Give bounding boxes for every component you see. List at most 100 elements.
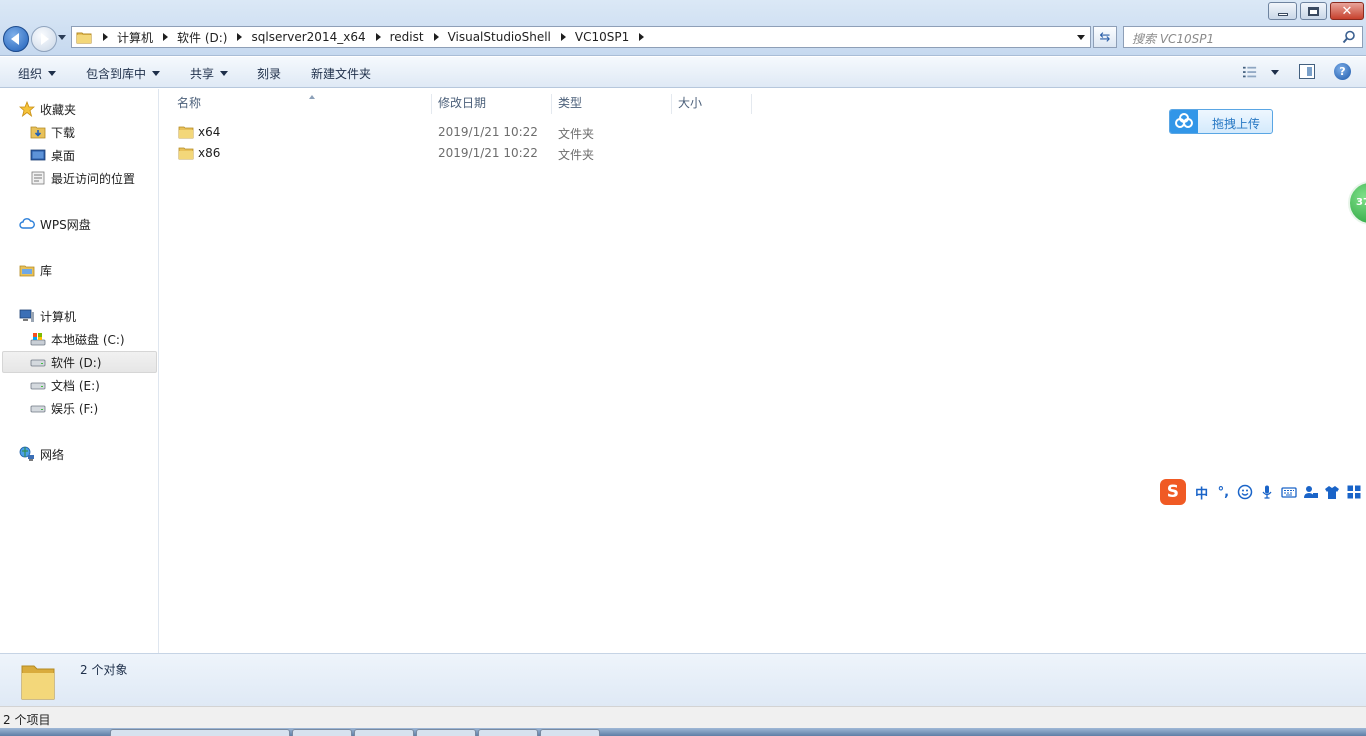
ime-language-toggle[interactable]: 中 xyxy=(1192,482,1212,502)
file-row[interactable]: x86 2019/1/21 10:22 文件夹 xyxy=(174,143,774,163)
item-count: 2 个项目 xyxy=(3,713,51,727)
taskbar-button[interactable] xyxy=(354,729,414,736)
nav-item-recent-places[interactable]: 最近访问的位置 xyxy=(30,167,135,189)
column-header-name[interactable]: 名称 xyxy=(172,94,432,114)
sogou-logo-icon[interactable]: S xyxy=(1160,479,1186,505)
breadcrumb-separator[interactable] xyxy=(639,33,645,41)
taskbar-button[interactable] xyxy=(540,729,600,736)
breadcrumb-separator[interactable] xyxy=(163,33,169,41)
breadcrumb-vc10sp1[interactable]: VC10SP1 xyxy=(575,30,629,44)
taskbar-button[interactable] xyxy=(416,729,476,736)
breadcrumb-drive-d[interactable]: 软件 (D:) xyxy=(177,29,227,46)
new-folder-button[interactable]: 新建文件夹 xyxy=(311,65,371,82)
keyboard-icon[interactable] xyxy=(1279,482,1299,502)
taskbar-button[interactable] xyxy=(478,729,538,736)
chevron-down-icon xyxy=(48,71,57,76)
sort-ascending-icon xyxy=(309,95,315,99)
nav-label: 本地磁盘 (C:) xyxy=(51,332,125,347)
chevron-down-icon xyxy=(152,71,161,76)
close-button[interactable]: ✕ xyxy=(1330,2,1364,20)
library-icon xyxy=(19,262,35,278)
nav-item-drive-d[interactable]: 软件 (D:) xyxy=(2,351,157,373)
address-bar[interactable]: 计算机 软件 (D:) sqlserver2014_x64 redist Vis… xyxy=(71,26,1091,48)
nav-item-wps-cloud[interactable]: WPS网盘 xyxy=(19,213,91,235)
floating-ball-label: 37 xyxy=(1356,197,1366,208)
nav-item-drive-f[interactable]: 娱乐 (F:) xyxy=(30,397,98,419)
cloud-icon xyxy=(19,216,35,232)
address-history-dropdown[interactable] xyxy=(1077,35,1085,40)
file-type: 文件夹 xyxy=(558,127,595,141)
nav-item-drive-c[interactable]: 本地磁盘 (C:) xyxy=(30,328,125,350)
downloads-folder-icon xyxy=(30,124,46,140)
search-icon[interactable] xyxy=(1342,30,1356,44)
breadcrumb-computer[interactable]: 计算机 xyxy=(117,29,153,46)
ime-mode-label: 中 xyxy=(1195,486,1209,502)
maximize-icon xyxy=(1308,6,1319,16)
emoji-icon[interactable] xyxy=(1235,482,1255,502)
taskbar-button[interactable] xyxy=(110,729,290,736)
minimize-icon xyxy=(1277,12,1288,16)
selected-object-count: 2 个对象 xyxy=(80,663,128,677)
breadcrumb-separator[interactable] xyxy=(433,33,439,41)
toolbox-grid-icon[interactable] xyxy=(1344,482,1364,502)
refresh-button[interactable]: ⇆ xyxy=(1093,26,1117,48)
drag-upload-button[interactable]: 拖拽上传 xyxy=(1169,109,1273,134)
breadcrumb-separator[interactable] xyxy=(375,33,381,41)
nav-label: 网络 xyxy=(40,447,65,462)
breadcrumb-separator[interactable] xyxy=(103,33,108,41)
breadcrumb-separator[interactable] xyxy=(237,33,243,41)
nav-label: 收藏夹 xyxy=(40,102,77,117)
system-drive-icon xyxy=(30,331,46,347)
share-label: 共享 xyxy=(190,67,215,81)
nav-item-libraries[interactable]: 库 xyxy=(19,259,52,281)
column-header-size[interactable]: 大小 xyxy=(673,94,752,114)
help-button[interactable]: ? xyxy=(1334,63,1351,80)
microphone-icon[interactable] xyxy=(1257,482,1277,502)
taskbar xyxy=(0,728,1366,736)
breadcrumb-sqlserver[interactable]: sqlserver2014_x64 xyxy=(251,30,365,44)
file-modified: 2019/1/21 10:22 xyxy=(438,125,538,139)
skin-shirt-icon[interactable] xyxy=(1322,482,1342,502)
maximize-button[interactable] xyxy=(1300,2,1327,20)
search-placeholder: 搜索 VC10SP1 xyxy=(1132,32,1215,46)
column-header-modified[interactable]: 修改日期 xyxy=(433,94,552,114)
organize-menu[interactable]: 组织 xyxy=(18,65,57,82)
close-icon: ✕ xyxy=(1341,3,1353,19)
preview-pane-button[interactable] xyxy=(1299,64,1315,79)
back-button[interactable] xyxy=(3,26,29,52)
refresh-icon: ⇆ xyxy=(1099,29,1111,45)
nav-item-favorites[interactable]: 收藏夹 xyxy=(18,98,77,120)
column-header-type[interactable]: 类型 xyxy=(553,94,672,114)
recent-pages-dropdown[interactable] xyxy=(58,35,66,40)
breadcrumb-separator[interactable] xyxy=(560,33,566,41)
nav-item-network[interactable]: 网络 xyxy=(19,443,64,465)
breadcrumb-visualstudioshell[interactable]: VisualStudioShell xyxy=(448,30,551,44)
nav-item-downloads[interactable]: 下载 xyxy=(30,121,75,143)
taskbar-button[interactable] xyxy=(292,729,352,736)
view-options-button[interactable] xyxy=(1243,64,1279,80)
search-input[interactable]: 搜索 VC10SP1 xyxy=(1123,26,1363,48)
burn-button[interactable]: 刻录 xyxy=(257,65,281,82)
organize-label: 组织 xyxy=(18,67,43,81)
include-in-library-menu[interactable]: 包含到库中 xyxy=(86,65,161,82)
preview-pane-icon xyxy=(1307,67,1312,76)
folder-icon xyxy=(75,28,93,46)
ime-punctuation-toggle[interactable]: °, xyxy=(1214,482,1234,502)
nav-item-desktop[interactable]: 桌面 xyxy=(30,144,75,166)
nav-item-computer[interactable]: 计算机 xyxy=(19,305,76,327)
share-menu[interactable]: 共享 xyxy=(190,65,229,82)
nav-item-drive-e[interactable]: 文档 (E:) xyxy=(30,374,100,396)
minimize-button[interactable] xyxy=(1268,2,1297,20)
nav-label: 娱乐 (F:) xyxy=(51,401,99,416)
nav-label: 下载 xyxy=(51,125,76,140)
file-name: x86 xyxy=(198,146,221,160)
breadcrumb-redist[interactable]: redist xyxy=(390,30,424,44)
user-tools-icon[interactable] xyxy=(1301,482,1321,502)
chevron-down-icon xyxy=(220,71,229,76)
navigation-pane: 收藏夹 下载 桌面 最近访问的位置 WPS网盘 库 计算机 本地磁盘 (C:) … xyxy=(0,89,159,653)
column-header-label: 大小 xyxy=(678,96,703,110)
forward-button[interactable] xyxy=(31,26,57,52)
file-name: x64 xyxy=(198,125,221,139)
file-row[interactable]: x64 2019/1/21 10:22 文件夹 xyxy=(174,122,774,142)
new-folder-label: 新建文件夹 xyxy=(311,67,372,81)
